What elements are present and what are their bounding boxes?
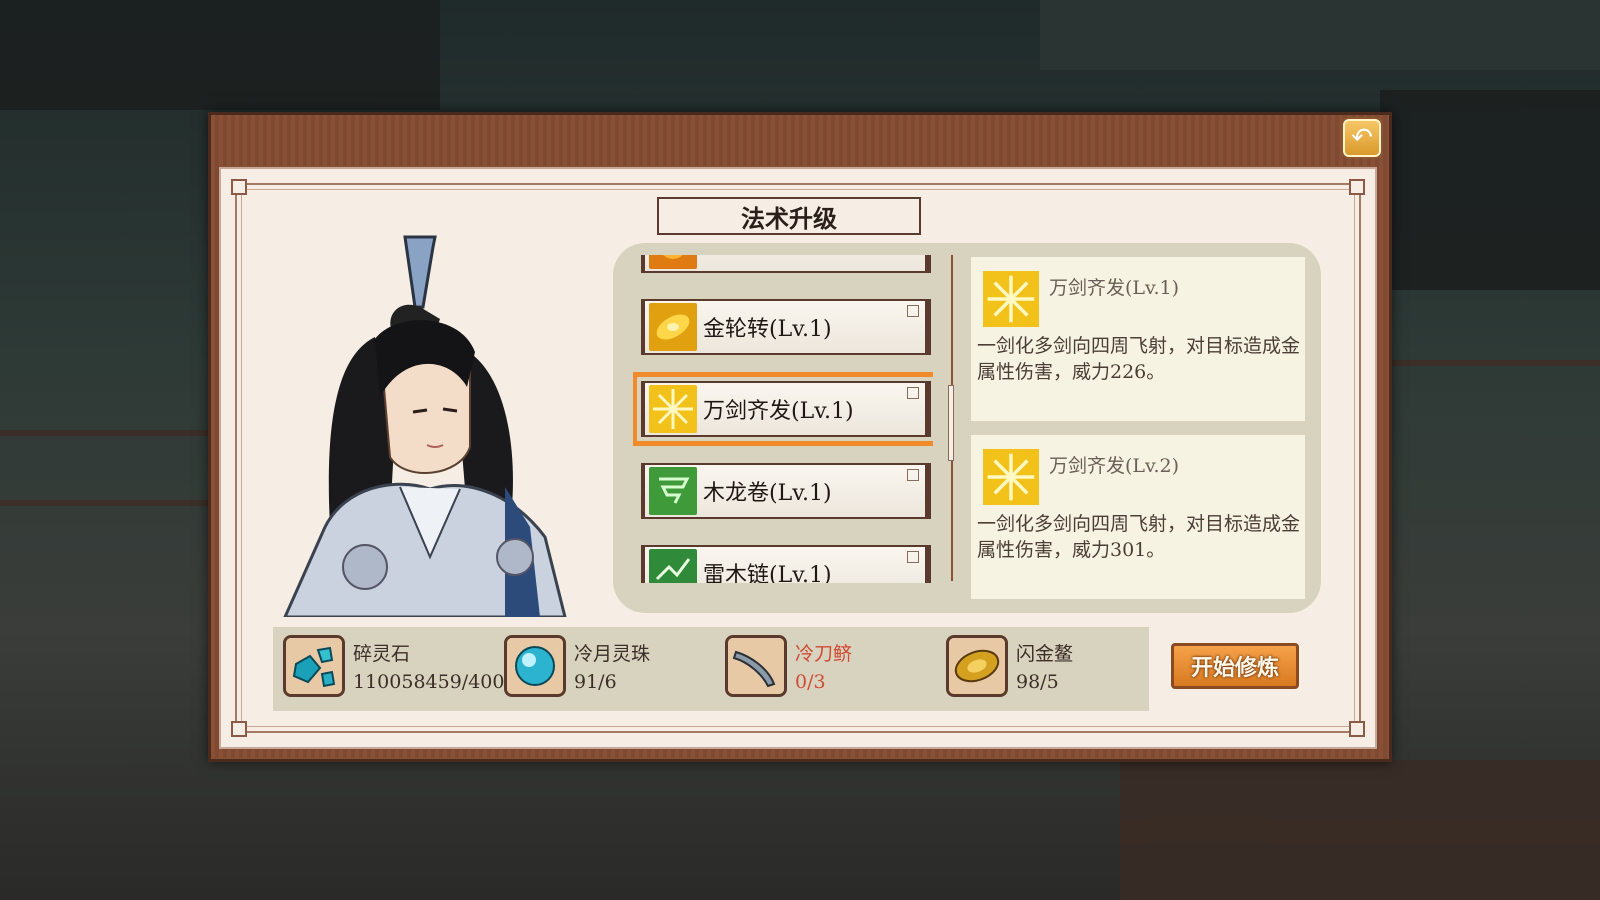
golden-wheel-icon <box>649 303 697 351</box>
skill-list[interactable]: 金轮转(Lv.1) 万剑齐发(Lv.1) 木龙卷(Lv.1) 雷木链(Lv.1) <box>633 255 933 583</box>
thunder-wood-icon <box>649 549 697 583</box>
skill-item-wood-dragon[interactable]: 木龙卷(Lv.1) <box>641 463 931 519</box>
current-skill-desc: 一剑化多剑向四周飞射，对目标造成金属性伤害，威力226。 <box>977 335 1301 383</box>
back-button[interactable]: ↶ <box>1343 119 1381 157</box>
skill-item-golden-wheel[interactable]: 金轮转(Lv.1) <box>641 299 931 355</box>
expand-icon <box>907 305 919 317</box>
resource-item[interactable]: 闪金鳌 98/5 <box>940 627 1160 711</box>
resource-bar: 碎灵石 110058459/400 冷月灵珠 91/6 冷刀鲚 0/3 闪金鳌 … <box>273 627 1149 711</box>
next-skill-title: 万剑齐发(Lv.2) <box>1049 455 1180 477</box>
fish-icon <box>725 635 787 697</box>
next-level-card: 万剑齐发(Lv.2) 一剑化多剑向四周飞射，对目标造成金属性伤害，威力301。 <box>971 435 1305 599</box>
start-training-button[interactable]: 开始修炼 <box>1171 643 1299 689</box>
next-skill-desc: 一剑化多剑向四周飞射，对目标造成金属性伤害，威力301。 <box>977 513 1301 561</box>
frame-corner <box>1349 179 1365 195</box>
resource-item[interactable]: 冷刀鲚 0/3 <box>719 627 939 711</box>
skill-list-scrollbar[interactable] <box>948 385 954 461</box>
skill-upgrade-dialog: ↶ 法术升级 金轮转(Lv.1) 万剑齐发(Lv.1) 木龙卷(Lv.1) 雷木… <box>208 112 1392 762</box>
expand-icon <box>907 551 919 563</box>
skill-item[interactable] <box>641 255 931 273</box>
myriad-swords-icon <box>983 271 1039 327</box>
moon-pearl-icon <box>504 635 566 697</box>
dialog-panel: 法术升级 金轮转(Lv.1) 万剑齐发(Lv.1) 木龙卷(Lv.1) 雷木链(… <box>219 167 1377 749</box>
dialog-title: 法术升级 <box>657 197 921 235</box>
skill-item-myriad-swords[interactable]: 万剑齐发(Lv.1) <box>633 372 933 446</box>
current-level-card: 万剑齐发(Lv.1) 一剑化多剑向四周飞射，对目标造成金属性伤害，威力226。 <box>971 257 1305 421</box>
resource-item[interactable]: 冷月灵珠 91/6 <box>498 627 718 711</box>
skill-item-thunder-wood[interactable]: 雷木链(Lv.1) <box>641 545 931 583</box>
frame-corner <box>231 179 247 195</box>
spirit-stone-icon <box>283 635 345 697</box>
back-arrow-icon: ↶ <box>1351 123 1373 153</box>
resource-item[interactable]: 碎灵石 110058459/400 <box>277 627 504 711</box>
myriad-swords-icon <box>983 449 1039 505</box>
fire-skill-icon <box>649 255 697 269</box>
expand-icon <box>907 469 919 481</box>
skill-area: 金轮转(Lv.1) 万剑齐发(Lv.1) 木龙卷(Lv.1) 雷木链(Lv.1) <box>613 243 1321 613</box>
expand-icon <box>907 387 919 399</box>
myriad-swords-icon <box>649 385 697 433</box>
frame-corner <box>1349 721 1365 737</box>
wood-dragon-icon <box>649 467 697 515</box>
character-portrait <box>283 235 567 617</box>
frame-corner <box>231 721 247 737</box>
golden-turtle-icon <box>946 635 1008 697</box>
current-skill-title: 万剑齐发(Lv.1) <box>1049 277 1180 299</box>
